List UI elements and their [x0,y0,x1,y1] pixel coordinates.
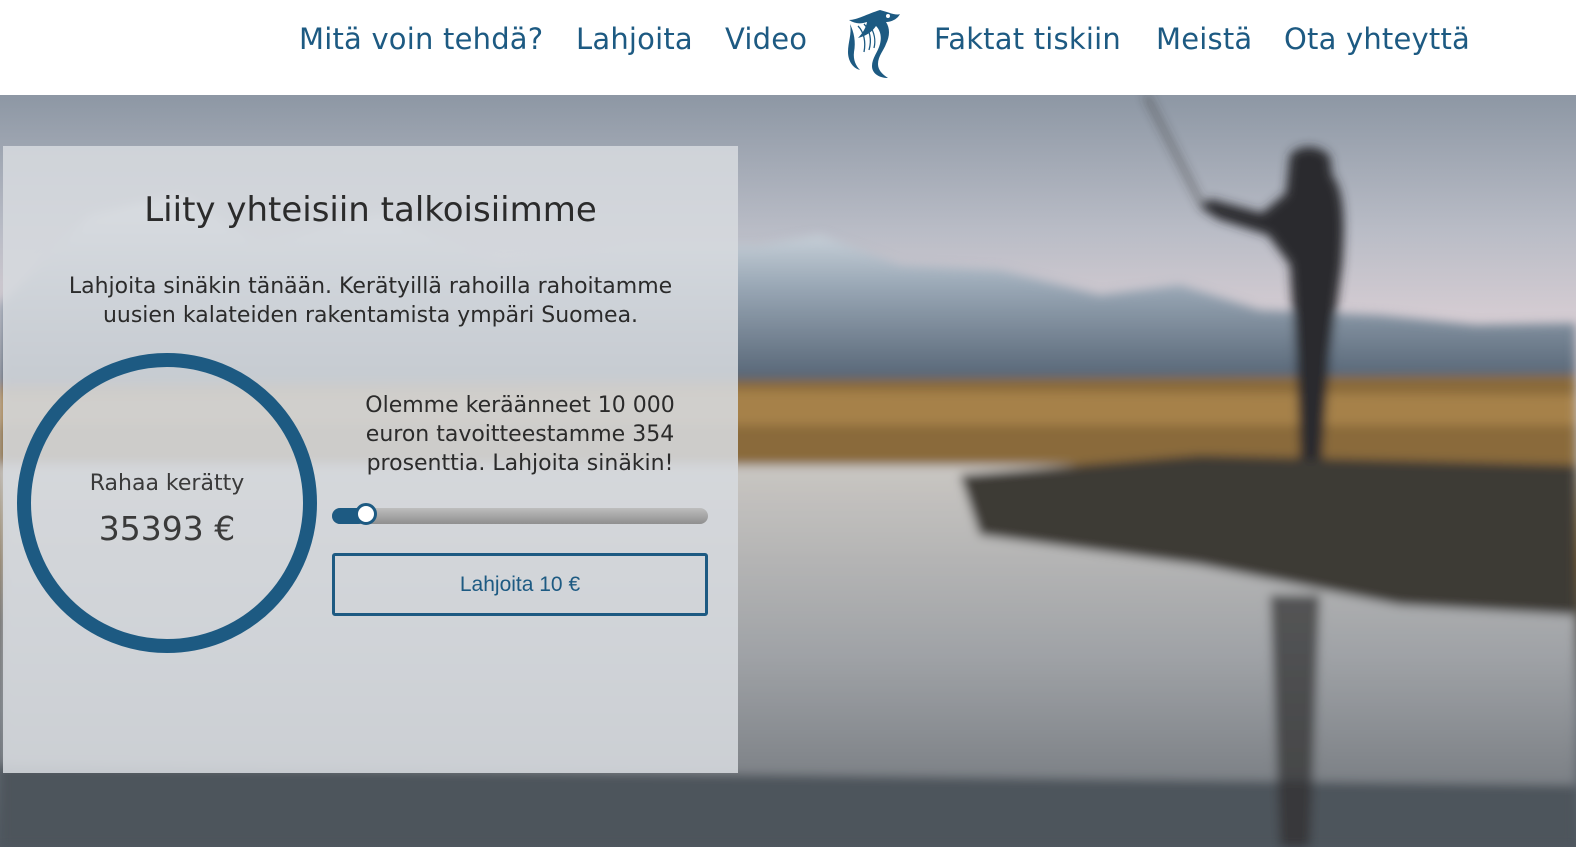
nav-link-donate[interactable]: Lahjoita [576,22,693,56]
nav-link-what-can-i-do[interactable]: Mitä voin tehdä? [299,22,543,56]
nav-link-video[interactable]: Video [725,22,807,56]
fish-logo-icon[interactable] [836,4,908,84]
panel-title: Liity yhteisiin talkoisiimme [144,190,597,230]
donation-amount-slider[interactable] [332,503,708,525]
top-navigation: Mitä voin tehdä? Lahjoita Video Faktat t… [0,0,1576,95]
donation-panel: Liity yhteisiin talkoisiimme Lahjoita si… [3,146,738,773]
intro-text: Lahjoita sinäkin tänään. Kerätyillä raho… [68,274,673,328]
nav-link-about-us[interactable]: Meistä [1156,22,1252,56]
donate-button[interactable]: Lahjoita 10 € [332,553,708,616]
nav-link-facts[interactable]: Faktat tiskiin [934,22,1121,56]
raised-value: 35393 € [98,509,236,548]
slider-thumb[interactable] [355,503,377,525]
nav-link-contact[interactable]: Ota yhteyttä [1284,22,1470,56]
raised-label: Rahaa kerätty [89,471,245,496]
goal-status-text: Olemme keräänneet 10 000 euron tavoittee… [365,393,675,476]
raised-money-ring: Rahaa kerätty 35393 € [17,353,317,653]
